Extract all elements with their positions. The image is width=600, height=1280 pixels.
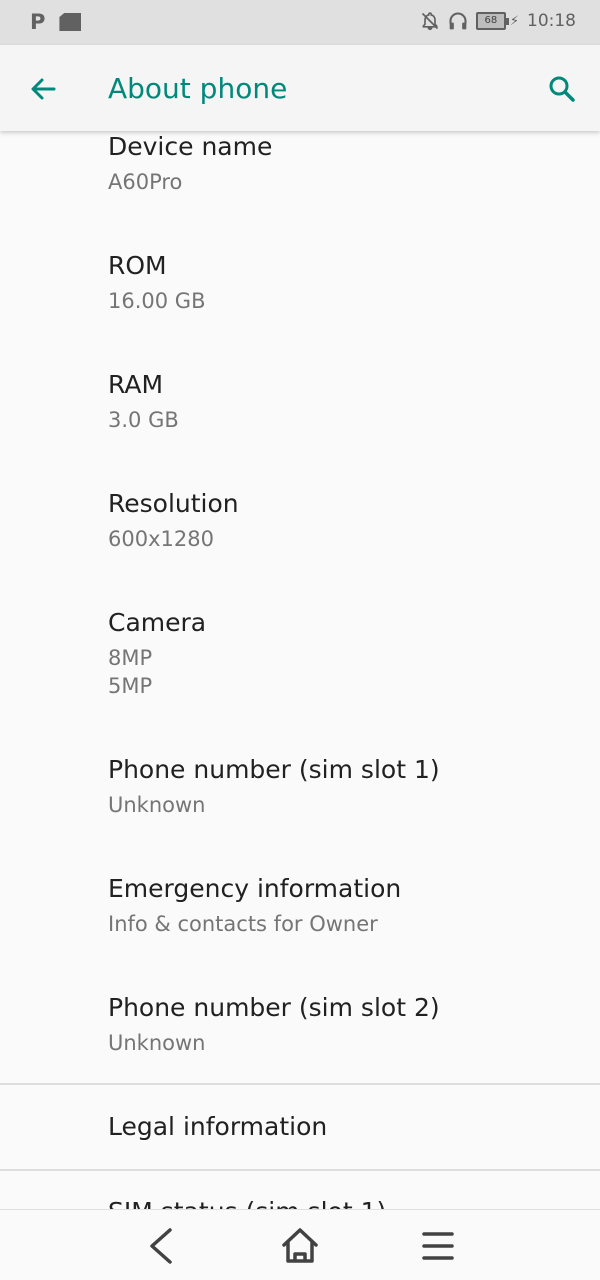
item-title: Phone number (sim slot 1) — [108, 755, 440, 784]
battery-icon: 68 ⚡ — [475, 12, 519, 30]
item-title: Emergency information — [108, 874, 402, 903]
item-summary: A60Pro — [108, 170, 183, 194]
page-title: About phone — [108, 72, 288, 105]
list-item-emergency-information[interactable]: Emergency information Info & contacts fo… — [0, 866, 600, 985]
item-summary: Unknown — [108, 1031, 206, 1055]
app-bar: About phone — [0, 45, 600, 131]
battery-level: 68 — [475, 12, 506, 30]
charging-icon: ⚡ — [509, 13, 519, 29]
arrow-back-icon — [31, 78, 56, 100]
nav-menu-icon — [422, 1232, 454, 1260]
item-summary: 8MP — [108, 646, 153, 670]
status-time: 10:18 — [527, 11, 576, 31]
headset-icon — [449, 12, 467, 30]
item-summary-secondary: 5MP — [108, 674, 153, 698]
item-title: Resolution — [108, 489, 239, 518]
notifications-off-icon — [421, 12, 438, 31]
list-item-camera[interactable]: Camera 8MP 5MP — [0, 600, 600, 747]
list-item-resolution[interactable]: Resolution 600x1280 — [0, 481, 600, 600]
item-title: SIM status (sim slot 1) — [108, 1196, 386, 1209]
item-summary: Info & contacts for Owner — [108, 912, 378, 936]
nav-back-button[interactable] — [140, 1224, 184, 1268]
sd-card-icon — [59, 13, 82, 31]
back-button[interactable] — [24, 69, 64, 109]
list-item-phone-number-sim2[interactable]: Phone number (sim slot 2) Unknown — [0, 985, 600, 1083]
list-item-device-name[interactable]: Device name A60Pro — [0, 131, 600, 243]
nav-home-icon — [282, 1228, 318, 1263]
item-summary: 3.0 GB — [108, 408, 179, 432]
p-icon: P — [30, 10, 46, 34]
nav-back-icon — [150, 1228, 172, 1264]
item-title: Camera — [108, 608, 207, 637]
item-summary: 16.00 GB — [108, 289, 206, 313]
item-title: Device name — [108, 132, 273, 161]
list-item-legal-information[interactable]: Legal information — [0, 1085, 600, 1169]
item-title: Legal information — [108, 1112, 328, 1141]
item-summary: 600x1280 — [108, 527, 214, 551]
list-item-ram[interactable]: RAM 3.0 GB — [0, 362, 600, 481]
list-item-rom[interactable]: ROM 16.00 GB — [0, 243, 600, 362]
item-title: ROM — [108, 251, 167, 280]
nav-home-button[interactable] — [278, 1224, 322, 1268]
item-title: RAM — [108, 370, 164, 399]
navigation-bar — [0, 1209, 600, 1280]
item-title: Phone number (sim slot 2) — [108, 993, 440, 1022]
item-summary: Unknown — [108, 793, 206, 817]
status-bar: P 68 ⚡ 10:18 — [0, 0, 600, 45]
settings-list: Device name A60Pro ROM 16.00 GB RAM 3.0 … — [0, 131, 600, 1209]
nav-menu-button[interactable] — [416, 1224, 460, 1268]
search-button[interactable] — [542, 69, 582, 109]
list-item-sim-status-sim1[interactable]: SIM status (sim slot 1) — [0, 1171, 600, 1209]
search-icon — [549, 76, 575, 102]
list-item-phone-number-sim1[interactable]: Phone number (sim slot 1) Unknown — [0, 747, 600, 866]
